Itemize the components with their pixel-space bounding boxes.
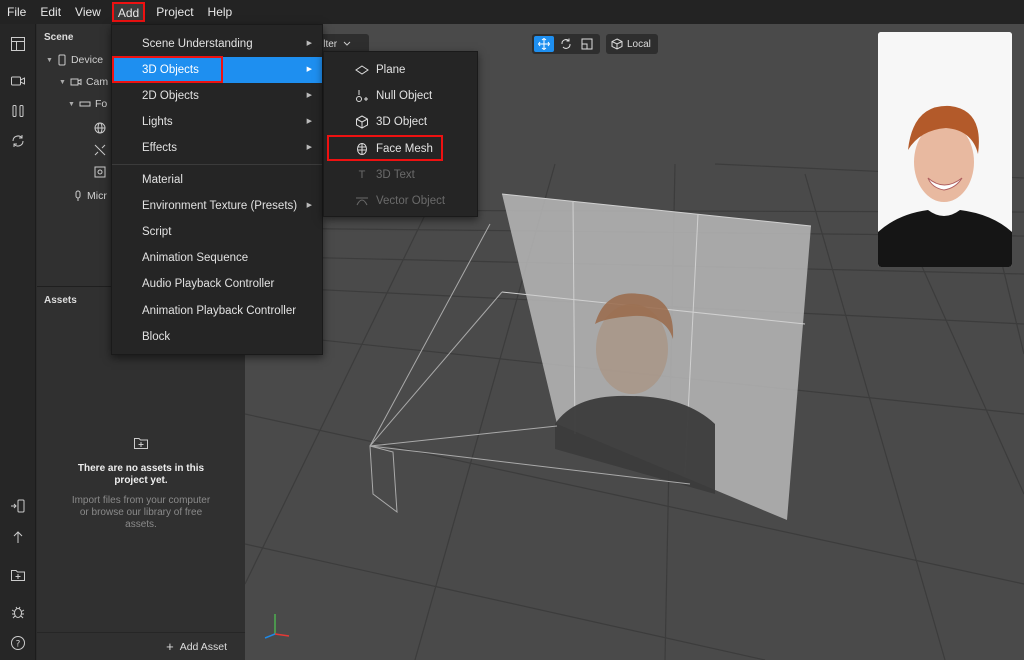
- submenu-arrow-icon: ▶: [306, 66, 312, 73]
- menu-item-environment-texture[interactable]: Environment Texture (Presets) ▶: [112, 193, 322, 219]
- preview-image: [878, 32, 1012, 267]
- submenu-arrow-icon: ▶: [306, 92, 312, 99]
- plane-icon: [354, 57, 370, 83]
- microphone-icon: [75, 190, 81, 201]
- submenu-arrow-icon: ▶: [306, 40, 312, 47]
- move-tool-icon[interactable]: [534, 36, 554, 52]
- vector-icon: [354, 188, 370, 214]
- send-to-device-icon[interactable]: [8, 496, 28, 516]
- menu-view[interactable]: View: [68, 0, 108, 24]
- menu-project[interactable]: Project: [149, 0, 200, 24]
- menu-file[interactable]: File: [0, 0, 33, 24]
- menu-item-null-object[interactable]: Null Object: [324, 83, 477, 109]
- menu-item-material[interactable]: Material: [112, 167, 322, 193]
- left-toolbar: ?: [0, 24, 36, 660]
- focal-plane-icon: [79, 101, 91, 107]
- tree-item-microphone[interactable]: Micr: [73, 188, 107, 204]
- pause-icon[interactable]: [8, 101, 28, 121]
- tree-item-globe[interactable]: [94, 120, 106, 136]
- menu-item-block[interactable]: Block: [112, 324, 322, 350]
- menu-item-lights[interactable]: Lights ▶: [112, 109, 322, 135]
- assets-empty-title: There are no assets in this project yet.: [77, 463, 205, 486]
- menu-item-scene-understanding[interactable]: Scene Understanding ▶: [112, 31, 322, 57]
- collapse-icon: ▼: [46, 56, 53, 64]
- menu-item-3d-text: T 3D Text: [324, 162, 477, 188]
- menu-item-plane[interactable]: Plane: [324, 57, 477, 83]
- tracker-icon: [94, 144, 106, 156]
- transform-tools: [532, 34, 600, 54]
- menu-item-audio-playback-controller[interactable]: Audio Playback Controller: [112, 271, 322, 297]
- assets-empty-subtitle: Import files from your computer or brows…: [71, 495, 211, 530]
- menu-item-script[interactable]: Script: [112, 219, 322, 245]
- tree-item-tracker[interactable]: [94, 142, 106, 158]
- text-icon: T: [358, 169, 366, 181]
- layout-icon[interactable]: [8, 34, 28, 54]
- tree-item-target[interactable]: [94, 164, 106, 180]
- menu-item-2d-objects[interactable]: 2D Objects ▶: [112, 83, 322, 109]
- tree-item-focal[interactable]: ▼ Fo: [68, 96, 107, 112]
- target-icon: [94, 166, 106, 178]
- menubar: File Edit View Add Project Help: [0, 0, 1024, 24]
- add-asset-label: Add Asset: [179, 640, 227, 653]
- rotate-tool-icon[interactable]: [557, 36, 575, 52]
- refresh-icon[interactable]: [8, 131, 28, 151]
- menu-item-animation-sequence[interactable]: Animation Sequence: [112, 245, 322, 271]
- add-asset-button[interactable]: + Add Asset: [37, 632, 245, 660]
- upload-icon[interactable]: [8, 527, 28, 547]
- scene-title: Scene: [44, 32, 74, 43]
- menu-item-animation-playback-controller[interactable]: Animation Playback Controller: [112, 298, 322, 324]
- camera-icon: [70, 78, 82, 86]
- assets-title: Assets: [44, 295, 77, 306]
- null-object-icon: [354, 83, 370, 109]
- globe-icon: [94, 122, 106, 134]
- menu-help[interactable]: Help: [201, 0, 240, 24]
- svg-text:?: ?: [16, 640, 21, 650]
- submenu-arrow-icon: ▶: [306, 144, 312, 151]
- highlight-3d-objects: [112, 56, 223, 83]
- phone-icon: [58, 54, 66, 66]
- collapse-icon: ▼: [59, 78, 66, 86]
- menu-item-effects[interactable]: Effects ▶: [112, 135, 322, 161]
- folder-add-icon: [134, 438, 148, 449]
- submenu-arrow-icon: ▶: [306, 118, 312, 125]
- menu-edit[interactable]: Edit: [33, 0, 68, 24]
- local-toggle[interactable]: Local: [606, 34, 658, 54]
- menu-item-vector-object: Vector Object: [324, 188, 477, 214]
- scale-tool-icon[interactable]: [578, 36, 596, 52]
- collapse-icon: ▼: [68, 100, 75, 108]
- plus-icon: +: [166, 639, 174, 654]
- tree-item-device[interactable]: ▼ Device: [46, 52, 103, 68]
- menu-add[interactable]: Add: [111, 2, 146, 22]
- folder-add-icon[interactable]: [8, 565, 28, 585]
- menu-item-3d-object[interactable]: 3D Object: [324, 109, 477, 135]
- submenu-arrow-icon: ▶: [306, 202, 312, 209]
- axis-gizmo: [264, 614, 290, 639]
- bug-icon[interactable]: [8, 602, 28, 622]
- tree-item-camera[interactable]: ▼ Cam: [59, 74, 108, 90]
- help-icon[interactable]: ?: [8, 633, 28, 653]
- highlight-face-mesh: [327, 135, 443, 161]
- camera-preview: [878, 32, 1012, 267]
- submenu-3d-objects: Plane Null Object 3D Object Face Mesh T …: [323, 51, 478, 217]
- menu-separator: [112, 164, 322, 165]
- chevron-down-icon: [343, 39, 351, 50]
- cube-icon: [354, 109, 370, 135]
- cube-icon: [611, 38, 623, 50]
- video-icon[interactable]: [8, 71, 28, 91]
